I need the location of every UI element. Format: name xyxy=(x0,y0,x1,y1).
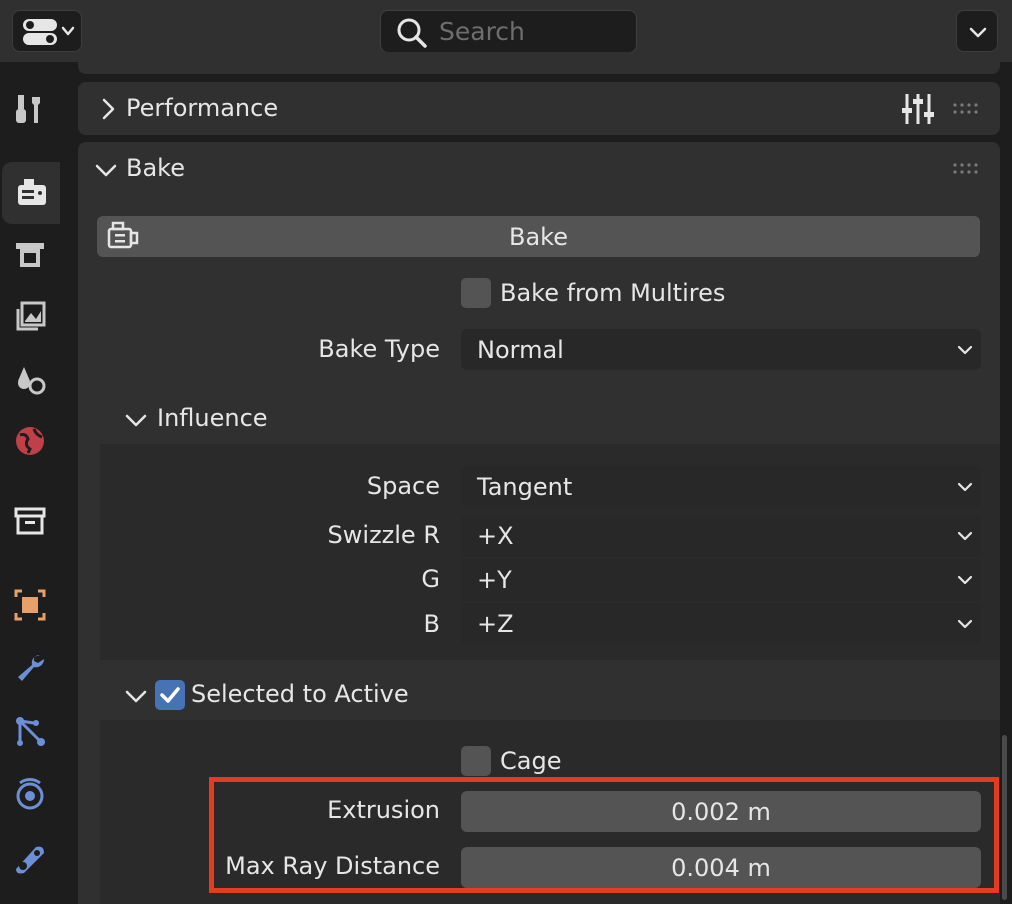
tab-collection[interactable] xyxy=(0,490,60,552)
properties-tab-strip xyxy=(0,62,62,904)
b-value: +Z xyxy=(477,610,514,638)
tab-view-layer[interactable] xyxy=(0,286,60,348)
tab-constraints[interactable] xyxy=(0,828,60,890)
selected-to-active-title: Selected to Active xyxy=(191,680,409,708)
space-value: Tangent xyxy=(477,472,573,501)
highlight-box xyxy=(209,777,999,893)
cage-label: Cage xyxy=(500,747,562,775)
bake-type-value: Normal xyxy=(477,335,564,364)
tab-tool[interactable] xyxy=(0,78,60,140)
chevron-down-icon xyxy=(957,575,973,585)
physics-icon xyxy=(16,778,44,810)
tab-world[interactable] xyxy=(0,410,60,472)
chevron-down-icon xyxy=(957,482,973,491)
bake-from-multires-checkbox[interactable] xyxy=(461,278,491,308)
previous-panel-tail xyxy=(78,52,1000,74)
checkmark-icon xyxy=(160,687,180,703)
b-dropdown[interactable]: +Z xyxy=(461,603,981,645)
performance-title: Performance xyxy=(126,94,279,122)
bake-type-label: Bake Type xyxy=(318,335,440,363)
modifier-icon xyxy=(18,654,45,681)
bake-button[interactable]: Bake xyxy=(97,216,980,257)
render-icon xyxy=(18,179,46,205)
chevron-down-icon[interactable] xyxy=(124,410,148,430)
bake-type-dropdown[interactable]: Normal xyxy=(461,329,981,370)
chevron-down-icon[interactable] xyxy=(94,160,118,180)
cage-checkbox[interactable] xyxy=(461,746,491,776)
options-dropdown-button[interactable] xyxy=(956,10,998,52)
selected-to-active-checkbox[interactable] xyxy=(155,680,185,710)
bake-title: Bake xyxy=(126,154,185,182)
search-icon xyxy=(397,18,427,48)
chevron-down-icon xyxy=(957,531,973,541)
space-dropdown[interactable]: Tangent xyxy=(461,466,981,507)
world-icon xyxy=(16,427,44,455)
object-icon xyxy=(14,589,46,621)
search-field[interactable]: Search xyxy=(380,10,637,53)
tool-icon xyxy=(16,95,40,123)
performance-panel[interactable]: Performance xyxy=(78,82,1000,135)
tab-modifier[interactable] xyxy=(0,636,60,698)
tab-object[interactable] xyxy=(0,574,60,636)
editor-type-button[interactable] xyxy=(12,10,82,52)
search-placeholder: Search xyxy=(439,17,525,46)
chevron-down-icon xyxy=(969,27,987,38)
influence-title: Influence xyxy=(157,404,268,432)
scene-icon xyxy=(18,367,46,395)
b-label: B xyxy=(423,610,440,638)
chevron-down-icon[interactable] xyxy=(124,686,148,706)
drag-grip-icon[interactable] xyxy=(952,102,980,116)
particles-icon xyxy=(16,717,45,746)
swizzle-r-value: +X xyxy=(477,522,514,550)
g-value: +Y xyxy=(477,566,512,594)
tab-output[interactable] xyxy=(0,224,60,286)
tab-scene[interactable] xyxy=(0,348,60,410)
swizzle-r-dropdown[interactable]: +X xyxy=(461,515,981,557)
tab-physics[interactable] xyxy=(0,764,60,826)
chevron-down-icon xyxy=(957,619,973,629)
tab-particles[interactable] xyxy=(0,700,60,762)
presets-icon[interactable] xyxy=(900,91,936,127)
collection-icon xyxy=(14,507,46,535)
space-label: Space xyxy=(366,472,440,500)
output-icon xyxy=(16,243,44,267)
tab-render[interactable] xyxy=(2,162,62,224)
g-label: G xyxy=(421,565,440,593)
chevron-right-icon xyxy=(102,98,115,120)
chevron-down-icon xyxy=(957,345,973,354)
constraints-icon xyxy=(16,846,44,874)
bake-from-multires-label: Bake from Multires xyxy=(500,279,726,307)
scrollbar[interactable] xyxy=(1002,735,1007,900)
view-layer-icon xyxy=(16,301,46,331)
g-dropdown[interactable]: +Y xyxy=(461,559,981,601)
properties-editor-icon xyxy=(23,19,75,45)
drag-grip-icon[interactable] xyxy=(952,162,980,176)
swizzle-r-label: Swizzle R xyxy=(327,521,440,549)
bake-button-label: Bake xyxy=(509,223,568,251)
